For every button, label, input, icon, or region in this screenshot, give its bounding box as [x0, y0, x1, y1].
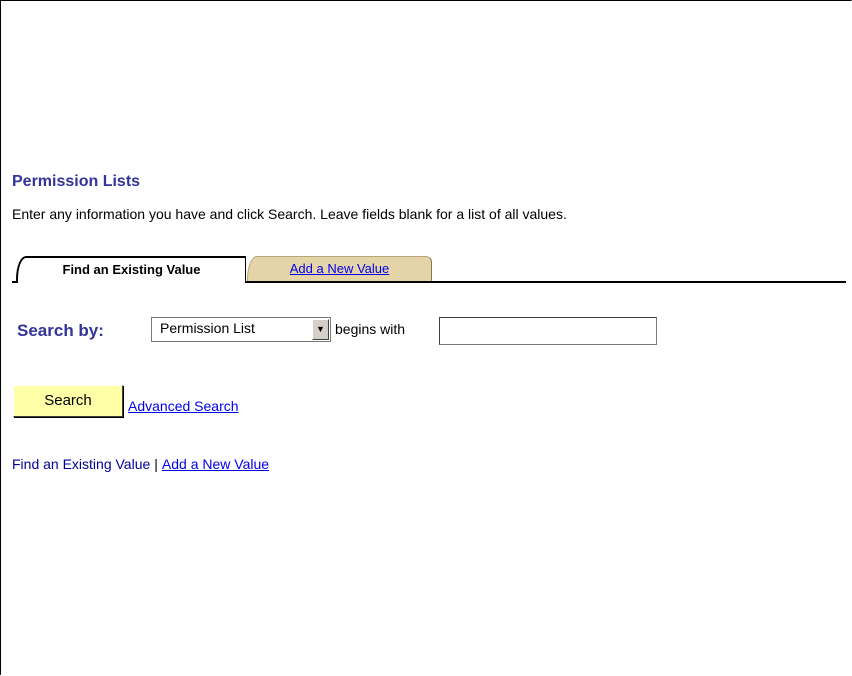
search-operator-label: begins with	[335, 321, 406, 337]
search-field-selected-value: Permission List	[160, 320, 255, 336]
search-button[interactable]: Search	[13, 385, 123, 417]
search-by-label: Search by:	[17, 321, 104, 340]
tab-add-new-value[interactable]: Add a New Value	[247, 256, 432, 281]
search-value-input[interactable]	[439, 317, 657, 345]
search-field-select[interactable]: Permission List ▼	[151, 317, 331, 342]
footer-find-existing-value: Find an Existing Value	[12, 456, 151, 472]
footer-links: Find an Existing Value | Add a New Value	[12, 456, 269, 472]
page-frame: Permission Lists Enter any information y…	[0, 0, 852, 675]
footer-separator: |	[154, 456, 158, 472]
page-title: Permission Lists	[12, 173, 141, 190]
advanced-search-link[interactable]: Advanced Search	[128, 398, 239, 414]
footer-add-new-value-link[interactable]: Add a New Value	[162, 456, 269, 472]
dropdown-arrow-icon[interactable]: ▼	[312, 319, 329, 340]
instructions-text: Enter any information you have and click…	[12, 206, 567, 222]
tab-find-existing-value[interactable]: Find an Existing Value	[16, 256, 246, 283]
